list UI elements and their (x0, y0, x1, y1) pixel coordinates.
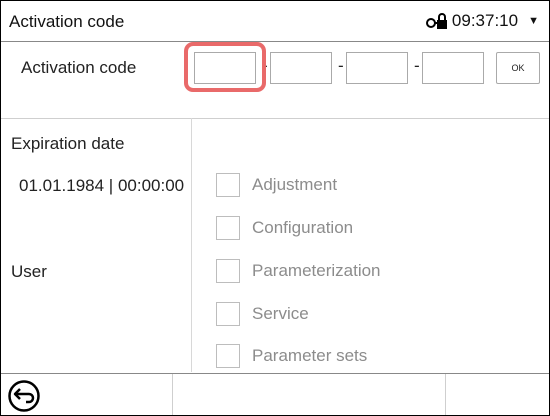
permission-label: Adjustment (252, 175, 338, 194)
checkbox[interactable] (216, 302, 240, 326)
permission-label: Service (252, 304, 309, 323)
activation-code-field-2[interactable] (270, 52, 332, 84)
divider (1, 118, 549, 119)
checkbox[interactable] (216, 216, 240, 240)
permission-parameter-sets[interactable]: Parameter sets (216, 343, 367, 369)
activation-code-row: Activation code - - - OK (1, 42, 549, 102)
permission-parameterization[interactable]: Parameterization (216, 258, 381, 284)
status-area[interactable]: 09:37:10 ▼ (425, 11, 539, 31)
checkbox[interactable] (216, 344, 240, 368)
window-title: Activation code (9, 12, 125, 31)
back-button[interactable] (7, 379, 41, 413)
checkbox[interactable] (216, 173, 240, 197)
expiration-date-value: 01.01.1984 | 00:00:00 (19, 176, 185, 195)
lock-icon (425, 12, 448, 30)
checkbox[interactable] (216, 259, 240, 283)
user-label: User (11, 262, 47, 281)
permission-configuration[interactable]: Configuration (216, 215, 353, 241)
footer-separator (172, 374, 173, 415)
expiration-date-label: Expiration date (11, 134, 125, 153)
permission-label: Parameterization (252, 261, 381, 280)
activation-code-field-4[interactable] (422, 52, 484, 84)
separator-dash: - (338, 56, 344, 75)
separator-dash: - (414, 56, 420, 75)
ok-button[interactable]: OK (496, 52, 540, 84)
permission-label: Configuration (252, 218, 354, 237)
window: Activation code 09:37:10 ▼ Activation co… (0, 0, 550, 416)
activation-code-field-3[interactable] (346, 52, 408, 84)
title-bar: Activation code 09:37:10 ▼ (1, 1, 549, 42)
caret-down-icon[interactable]: ▼ (528, 15, 539, 27)
footer-separator (445, 374, 446, 415)
back-arrow-icon (7, 379, 41, 413)
clock-time: 09:37:10 (451, 11, 519, 30)
activation-code-label: Activation code (21, 58, 137, 77)
permission-label: Parameter sets (252, 346, 368, 365)
footer-bar (1, 373, 549, 415)
separator-dash: - (262, 56, 268, 75)
permission-service[interactable]: Service (216, 301, 309, 327)
column-divider (191, 118, 192, 372)
permission-adjustment[interactable]: Adjustment (216, 172, 337, 198)
activation-code-field-1[interactable] (194, 52, 256, 84)
